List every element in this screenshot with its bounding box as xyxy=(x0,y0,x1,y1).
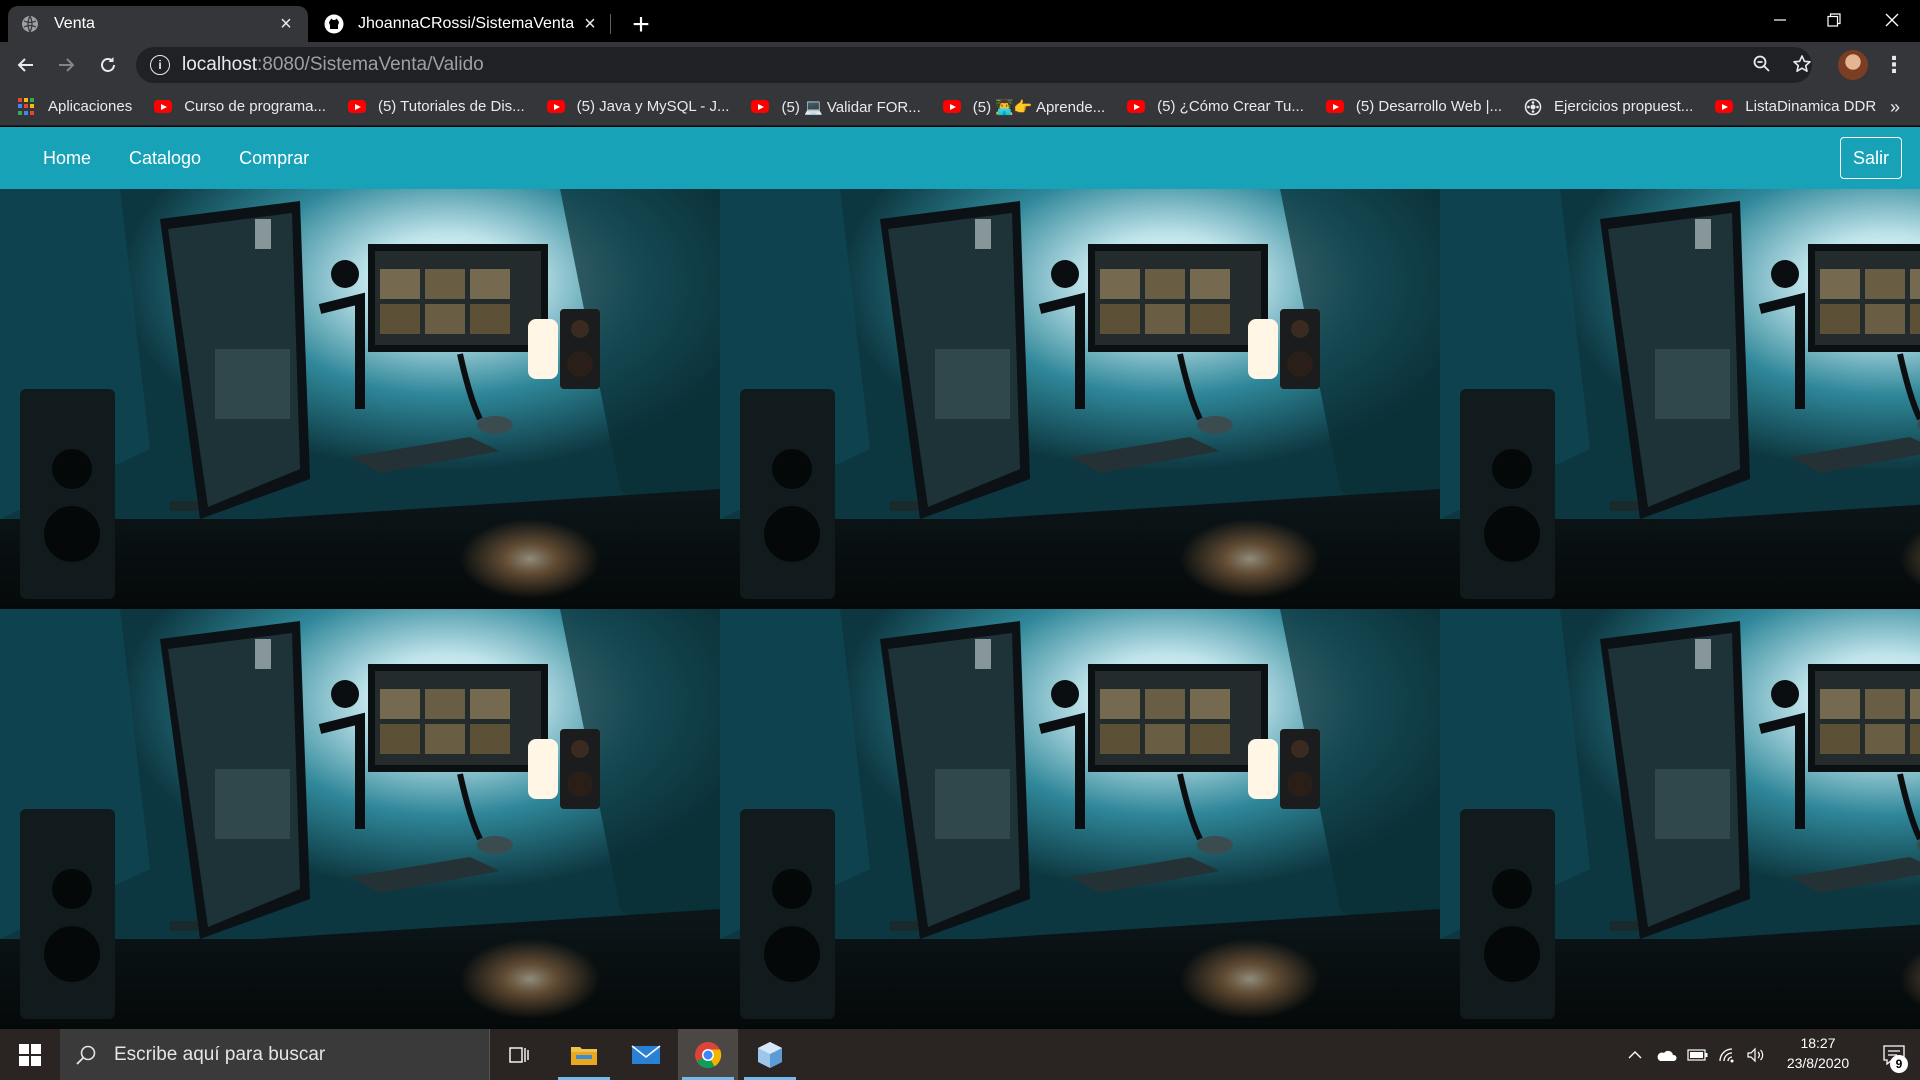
youtube-icon xyxy=(347,100,366,113)
background-tile xyxy=(0,189,720,609)
wifi-icon[interactable] xyxy=(1714,1029,1742,1080)
minimize-icon[interactable] xyxy=(1752,0,1808,40)
youtube-icon xyxy=(546,100,565,113)
globe-icon xyxy=(20,14,40,34)
bookmark-label: Aplicaciones xyxy=(48,98,133,115)
tab-close-icon[interactable]: × xyxy=(276,13,296,35)
site-navbar: Home Catalogo Comprar Salir xyxy=(0,127,1920,189)
taskbar-clock[interactable]: 18:27 23/8/2020 xyxy=(1768,1033,1868,1073)
bookmark-item[interactable]: (5) ¿Cómo Crear Tu... xyxy=(1127,98,1304,115)
notification-count: 9 xyxy=(1890,1055,1908,1073)
tab-close-icon[interactable]: × xyxy=(580,13,600,35)
youtube-icon xyxy=(1127,100,1146,113)
logout-button[interactable]: Salir xyxy=(1839,137,1902,179)
site-info-icon[interactable]: i xyxy=(150,55,170,75)
show-hidden-icons-icon[interactable] xyxy=(1620,1029,1650,1080)
windows-start-icon[interactable] xyxy=(0,1029,60,1080)
bookmark-item[interactable]: Curso de programa... xyxy=(154,98,326,115)
nav-link-catalogo[interactable]: Catalogo xyxy=(129,148,201,169)
clock-time: 18:27 xyxy=(1800,1035,1836,1051)
youtube-icon xyxy=(751,100,770,113)
volume-icon[interactable] xyxy=(1742,1029,1770,1080)
restore-icon[interactable] xyxy=(1806,0,1862,40)
background-image-area xyxy=(0,189,1920,1029)
battery-icon[interactable] xyxy=(1682,1029,1714,1080)
zoom-icon[interactable] xyxy=(1746,48,1778,80)
background-tile xyxy=(720,609,1440,1029)
bookmark-item[interactable]: (5) Tutoriales de Dis... xyxy=(347,98,525,115)
bookmark-label: Ejercicios propuest... xyxy=(1554,98,1694,115)
new-tab-icon[interactable]: + xyxy=(624,8,658,42)
clock-date: 23/8/2020 xyxy=(1786,1055,1850,1071)
bookmark-item[interactable]: (5) Java y MySQL - J... xyxy=(546,98,730,115)
url-path: :8080/SistemaVenta/Valido xyxy=(257,54,484,75)
bookmark-label: (5) 💻 Validar FOR... xyxy=(781,98,921,116)
chrome-icon[interactable] xyxy=(678,1029,738,1080)
reel-icon xyxy=(1524,98,1542,116)
bookmarks-bar: Aplicaciones Curso de programa... (5) Tu… xyxy=(0,88,1920,126)
bookmark-label: (5) Java y MySQL - J... xyxy=(576,98,730,115)
youtube-icon xyxy=(1325,100,1344,113)
bookmark-item[interactable]: (5) 💻 Validar FOR... xyxy=(751,98,921,116)
search-placeholder: Escribe aquí para buscar xyxy=(114,1043,326,1065)
close-window-icon[interactable] xyxy=(1864,0,1920,40)
back-icon[interactable] xyxy=(10,49,42,81)
tab-strip: Venta × JhoannaCRossi/SistemaVenta × + xyxy=(0,0,1920,42)
bookmark-label: (5) 👨‍💻👉 Aprende... xyxy=(972,98,1106,116)
nav-link-home[interactable]: Home xyxy=(43,148,91,169)
bookmark-label: (5) Tutoriales de Dis... xyxy=(377,98,525,115)
nav-link-comprar[interactable]: Comprar xyxy=(239,148,309,169)
taskbar-search-box[interactable]: Escribe aquí para buscar xyxy=(60,1029,490,1080)
background-tile xyxy=(720,189,1440,609)
windows-taskbar: Escribe aquí para buscar 18:27 23/8/2020… xyxy=(0,1029,1920,1080)
bookmark-item[interactable]: ListaDinamica DDR xyxy=(1715,98,1876,115)
background-tile xyxy=(0,609,720,1029)
tab-separator xyxy=(610,14,611,34)
more-bookmarks-button[interactable]: » xyxy=(1890,88,1900,126)
browser-toolbar: i localhost :8080/SistemaVenta/Valido ⋮ xyxy=(0,42,1920,88)
background-tile xyxy=(1440,609,1920,1029)
bookmark-label: ListaDinamica DDR xyxy=(1745,98,1877,115)
notification-center-icon[interactable]: 9 xyxy=(1868,1029,1920,1080)
bookmark-label: (5) ¿Cómo Crear Tu... xyxy=(1157,98,1304,115)
search-icon xyxy=(76,1045,96,1065)
browser-menu-icon[interactable]: ⋮ xyxy=(1882,50,1906,80)
bookmark-label: (5) Desarrollo Web |... xyxy=(1355,98,1503,115)
forward-icon[interactable] xyxy=(50,49,82,81)
tab-github[interactable]: JhoannaCRossi/SistemaVenta × xyxy=(312,6,612,42)
bookmark-item[interactable]: Ejercicios propuest... xyxy=(1524,98,1693,116)
background-tile xyxy=(1440,189,1920,609)
tab-venta[interactable]: Venta × xyxy=(8,6,308,42)
github-icon xyxy=(324,14,344,34)
apps-grid-icon xyxy=(18,97,36,116)
bookmark-apps[interactable]: Aplicaciones xyxy=(18,97,133,116)
youtube-icon xyxy=(942,100,961,113)
reload-icon[interactable] xyxy=(92,49,124,81)
bookmark-star-icon[interactable] xyxy=(1786,48,1818,80)
bookmark-item[interactable]: (5) 👨‍💻👉 Aprende... xyxy=(942,98,1106,116)
mail-icon[interactable] xyxy=(616,1029,676,1080)
tab-title: JhoannaCRossi/SistemaVenta xyxy=(358,15,575,32)
bookmark-item[interactable]: (5) Desarrollo Web |... xyxy=(1325,98,1503,115)
app-cube-icon[interactable] xyxy=(740,1029,800,1080)
profile-avatar[interactable] xyxy=(1838,50,1868,80)
tab-title: Venta xyxy=(54,15,95,32)
url-host: localhost xyxy=(182,54,257,75)
file-explorer-icon[interactable] xyxy=(554,1029,614,1080)
youtube-icon xyxy=(154,100,173,113)
task-view-icon[interactable] xyxy=(490,1029,550,1080)
onedrive-icon[interactable] xyxy=(1650,1029,1682,1080)
youtube-icon xyxy=(1715,100,1734,113)
bookmark-label: Curso de programa... xyxy=(184,98,326,115)
address-bar[interactable]: i localhost :8080/SistemaVenta/Valido xyxy=(136,47,1812,83)
